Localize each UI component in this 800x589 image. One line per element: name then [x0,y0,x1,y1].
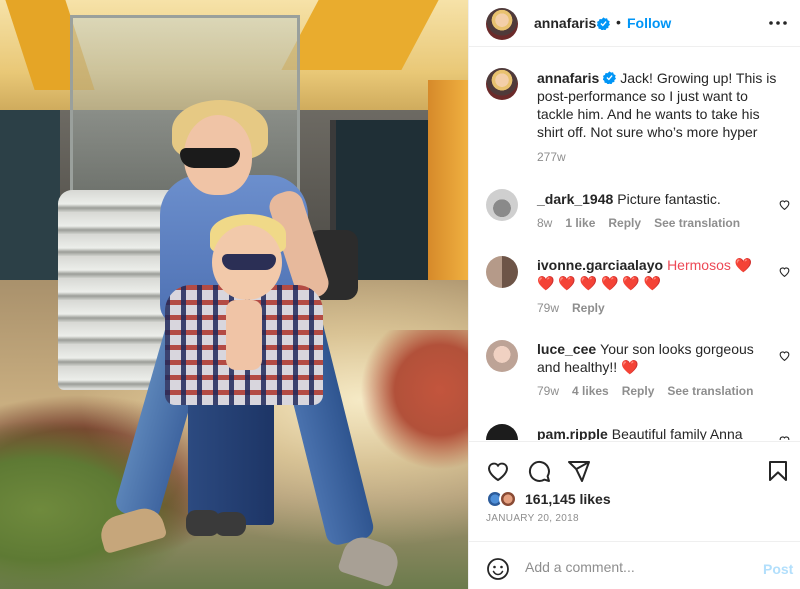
comment-timestamp[interactable]: 79w [537,384,559,398]
commenter-avatar[interactable] [486,189,518,221]
comment-text: luce_cee Your son looks gorgeous and heal… [537,340,772,376]
comment-likes[interactable]: 4 likes [572,384,609,398]
photo-boy-shoe [214,512,246,536]
photo-boy-chest [226,300,262,370]
post-photo[interactable] [0,0,468,589]
commenter-username[interactable]: _dark_1948 [537,191,613,207]
commenter-username[interactable]: pam.ripple [537,426,608,440]
comments-section[interactable]: annafaris Jack! Growing up! This is post-… [469,48,800,440]
photo-boy-glasses [222,254,276,270]
post-comment-button[interactable]: Post [763,561,793,577]
caption-username[interactable]: annafaris [537,70,599,86]
commenter-avatar[interactable] [486,256,518,288]
like-comment-heart-icon[interactable] [778,265,791,278]
more-options-icon[interactable] [768,15,788,31]
commenter-username[interactable]: luce_cee [537,341,596,357]
commenter-username[interactable]: ivonne.garciaalayo [537,257,663,273]
comment-text: ivonne.garciaalayo Hermosos ❤️ ❤️ ❤️ ❤️ ❤… [537,256,772,292]
post-caption: annafaris Jack! Growing up! This is post-… [537,69,787,141]
photo-boy-jeans [188,395,274,525]
emoji-smiley-icon[interactable] [486,557,510,581]
like-comment-heart-icon[interactable] [778,349,791,362]
liker-avatar[interactable] [499,490,517,508]
photo-floor-pattern [360,330,468,470]
comment-input[interactable] [525,554,745,580]
photo-sunglasses [180,148,240,168]
share-paper-plane-icon[interactable] [567,459,591,483]
reply-button[interactable]: Reply [572,301,605,315]
post-side-panel: annafaris • Follow annafaris Jack! Growin… [468,0,800,589]
likes-count[interactable]: 161,145 likes [525,491,611,507]
see-translation-button[interactable]: See translation [654,216,740,230]
add-comment-bar: Post [469,541,800,589]
photo-door [0,110,60,280]
comment-text: pam.ripple Beautiful family Anna [537,425,772,440]
comment-timestamp[interactable]: 79w [537,301,559,315]
reply-button[interactable]: Reply [622,384,655,398]
comment-timestamp[interactable]: 8w [537,216,552,230]
author-username[interactable]: annafaris [534,15,596,31]
verified-badge-icon [597,17,610,30]
caption-author-avatar[interactable] [486,68,518,100]
comment-body: Beautiful family Anna [611,426,743,440]
post-date[interactable]: JANUARY 20, 2018 [486,513,579,524]
comment-meta: 79w Reply [537,301,618,315]
separator-dot: • [616,14,621,30]
like-comment-heart-icon[interactable] [778,434,791,440]
follow-button[interactable]: Follow [627,15,671,31]
see-translation-button[interactable]: See translation [667,384,753,398]
save-bookmark-icon[interactable] [766,459,790,483]
commenter-avatar[interactable] [486,340,518,372]
like-heart-icon[interactable] [486,459,510,483]
like-comment-heart-icon[interactable] [778,198,791,211]
comment-meta: 79w 4 likes Reply See translation [537,384,766,398]
comment-meta: 8w 1 like Reply See translation [537,216,753,230]
reply-button[interactable]: Reply [608,216,641,230]
post-header: annafaris • Follow [469,0,800,47]
comment-likes[interactable]: 1 like [565,216,595,230]
post-actions: 161,145 likes JANUARY 20, 2018 [469,441,800,541]
comment-body: Picture fantastic. [617,191,721,207]
verified-badge-icon [602,71,617,85]
comment-text: _dark_1948 Picture fantastic. [537,190,772,208]
author-avatar[interactable] [486,8,518,40]
commenter-avatar[interactable] [486,424,518,440]
caption-timestamp[interactable]: 277w [537,150,566,164]
comment-bubble-icon[interactable] [527,459,551,483]
